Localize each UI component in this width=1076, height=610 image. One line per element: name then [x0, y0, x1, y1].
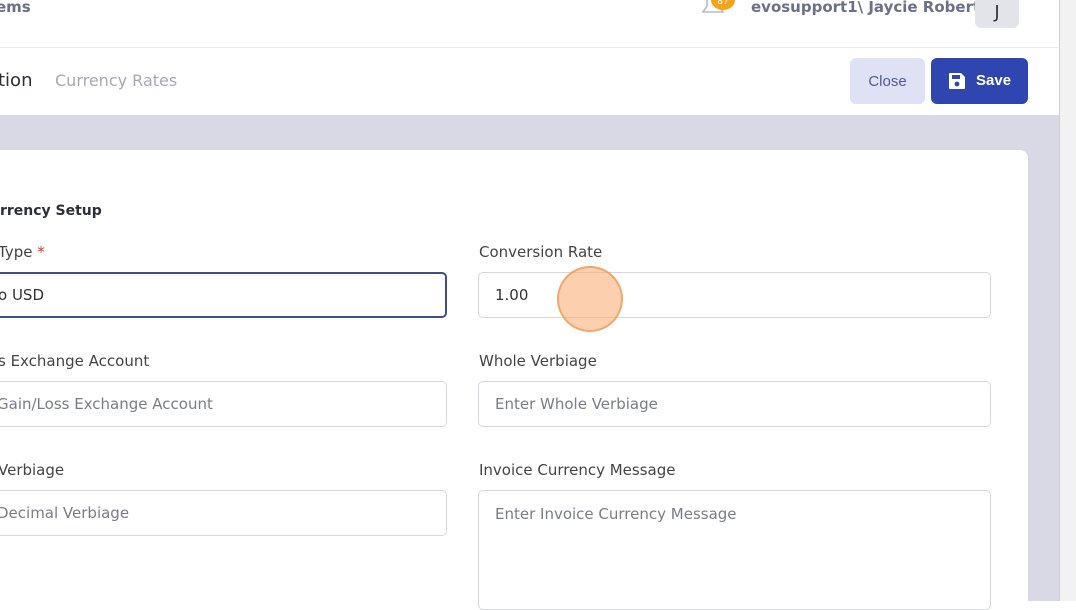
currency-type-label: Type * — [0, 243, 45, 261]
brand-text: ems — [0, 0, 31, 16]
tab-currency-rates[interactable]: Currency Rates — [55, 71, 177, 90]
save-button[interactable]: Save — [931, 58, 1028, 104]
conversion-rate-value: 1.00 — [495, 286, 529, 304]
exchange-account-field[interactable]: Gain/Loss Exchange Account — [0, 381, 447, 427]
save-button-label: Save — [976, 72, 1012, 89]
tab-currency-information[interactable]: tion — [0, 70, 32, 91]
user-name[interactable]: evosupport1\ Jaycie Roberts — [751, 0, 989, 16]
required-mark: * — [37, 243, 45, 261]
invoice-message-label: Invoice Currency Message — [479, 461, 676, 479]
invoice-message-textarea[interactable]: Enter Invoice Currency Message — [478, 490, 991, 610]
conversion-rate-field[interactable]: 1.00 — [478, 272, 991, 318]
decimal-verbiage-placeholder: Decimal Verbiage — [0, 504, 130, 522]
section-title: urrency Setup — [0, 203, 102, 219]
save-icon — [949, 73, 965, 89]
whole-verbiage-label: Whole Verbiage — [479, 352, 597, 370]
exchange-account-placeholder: Gain/Loss Exchange Account — [0, 395, 213, 413]
avatar[interactable]: J — [975, 0, 1019, 28]
scrollbar[interactable] — [1059, 0, 1076, 601]
decimal-verbiage-field[interactable]: Decimal Verbiage — [0, 490, 447, 536]
invoice-message-placeholder: Enter Invoice Currency Message — [495, 505, 737, 523]
exchange-account-label: s Exchange Account — [0, 352, 150, 370]
click-indicator — [557, 266, 623, 332]
conversion-rate-label: Conversion Rate — [479, 243, 603, 261]
whole-verbiage-field[interactable]: Enter Whole Verbiage — [478, 381, 991, 427]
currency-type-label-text: Type — [0, 243, 33, 261]
close-button[interactable]: Close — [850, 58, 925, 104]
whole-verbiage-placeholder: Enter Whole Verbiage — [495, 395, 658, 413]
currency-type-value: o USD — [0, 286, 44, 304]
currency-type-field[interactable]: o USD — [0, 272, 447, 318]
top-bar: ems 87 evosupport1\ Jaycie Roberts J — [0, 0, 1059, 48]
decimal-verbiage-label: Verbiage — [0, 461, 65, 479]
